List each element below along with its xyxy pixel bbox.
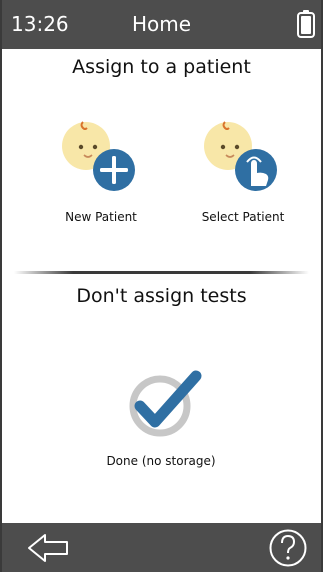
select-patient-label: Select Patient <box>201 210 285 224</box>
back-arrow-icon[interactable] <box>26 532 70 564</box>
screen-title: Home <box>131 12 192 36</box>
assign-heading: Assign to a patient <box>72 56 251 78</box>
new-patient-button[interactable]: New Patient <box>46 118 156 228</box>
check-circle-icon <box>129 370 202 437</box>
done-no-storage-button[interactable]: Done (no storage) <box>86 364 236 474</box>
status-bar: 13:26 Home <box>2 0 321 49</box>
new-patient-label: New Patient <box>65 210 137 224</box>
select-patient-button[interactable]: Select Patient <box>188 118 298 228</box>
help-icon[interactable] <box>268 528 308 568</box>
bottom-bar <box>2 523 321 572</box>
battery-icon <box>297 10 315 38</box>
done-label: Done (no storage) <box>106 454 216 468</box>
no-assign-heading: Don't assign tests <box>76 285 247 307</box>
home-screen: 13:26 Home Assign to a patient New Patie… <box>0 0 323 572</box>
baby-touch-icon <box>204 121 277 191</box>
section-divider <box>14 271 309 274</box>
baby-plus-icon <box>62 121 135 191</box>
